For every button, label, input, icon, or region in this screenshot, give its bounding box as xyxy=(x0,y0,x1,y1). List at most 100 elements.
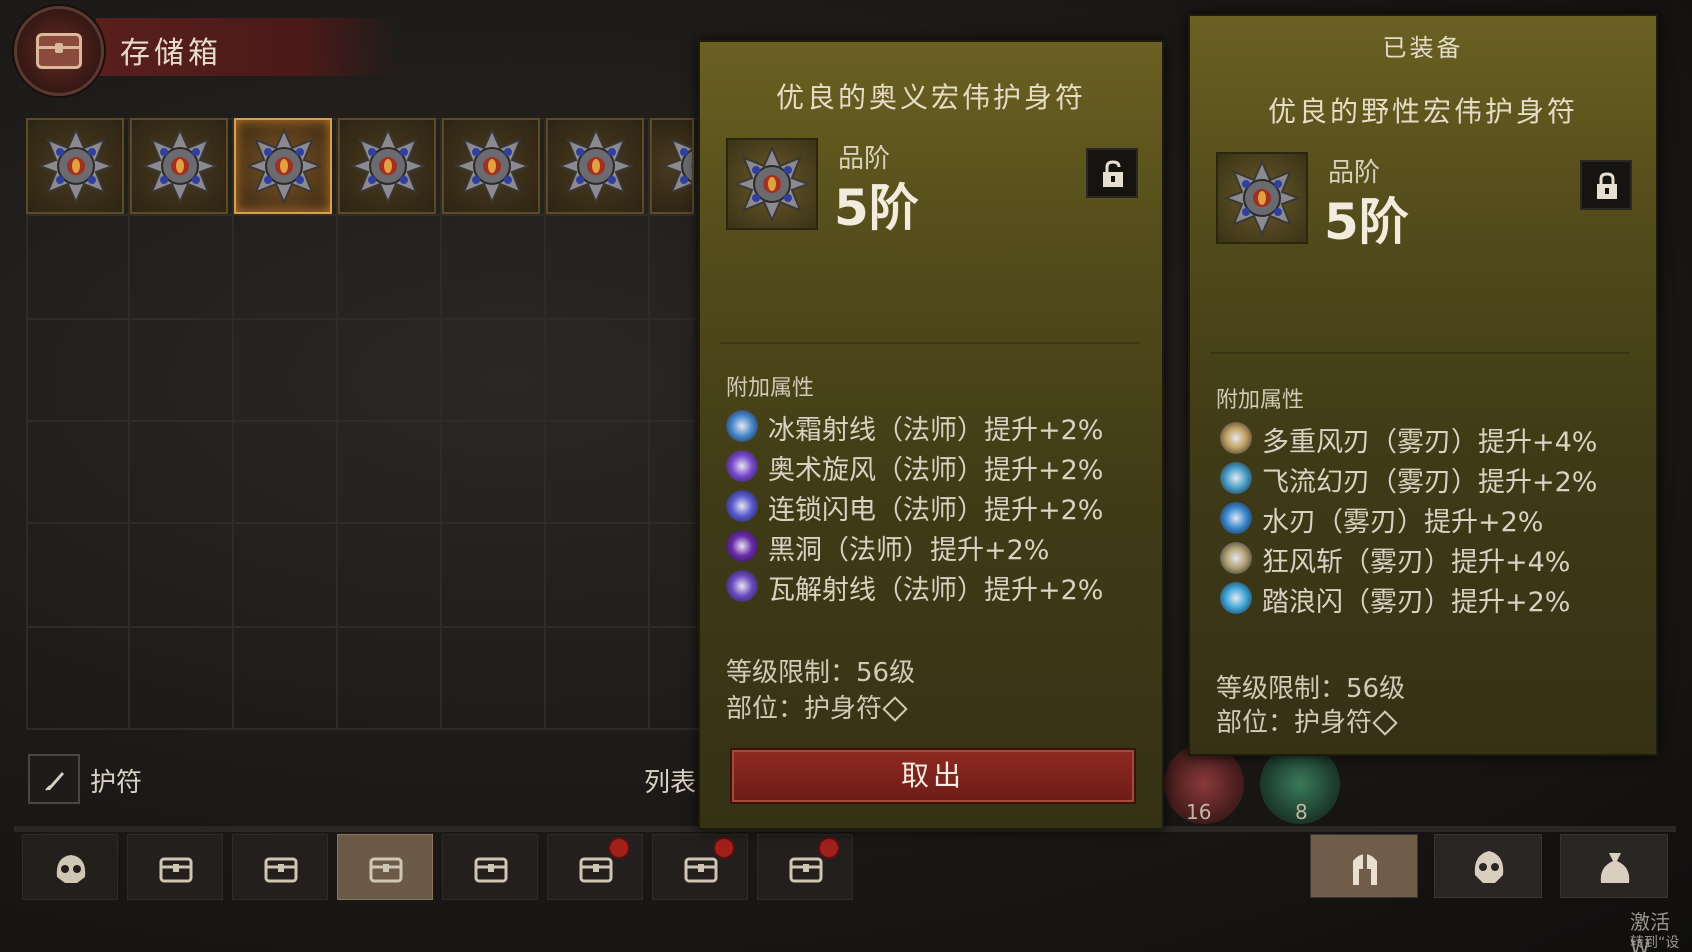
skull-tab[interactable] xyxy=(1434,834,1542,898)
level-requirement: 等级限制：56级 xyxy=(1216,674,1406,704)
stash-tab[interactable] xyxy=(232,834,328,900)
stash-tab[interactable] xyxy=(442,834,538,900)
chest-icon xyxy=(474,857,508,883)
amulet-icon xyxy=(455,129,529,203)
equipped-thumbnail xyxy=(1216,152,1308,244)
bag-tab[interactable] xyxy=(1560,834,1668,898)
stash-tab[interactable] xyxy=(337,834,433,900)
amulet-icon xyxy=(1225,161,1299,235)
affix-row: 瓦解射线（法师）提升+2% xyxy=(726,568,1104,607)
inventory-slot[interactable] xyxy=(546,118,644,214)
bag-icon xyxy=(1600,853,1630,883)
affix-row: 水刃（雾刃）提升+2% xyxy=(1220,500,1544,539)
affix-text: 连锁闪电（法师）提升+2% xyxy=(768,495,1104,526)
inventory-slot[interactable] xyxy=(130,118,228,214)
amulet-icon xyxy=(39,129,113,203)
affix-text: 踏浪闪（雾刃）提升+2% xyxy=(1262,587,1571,618)
affix-row: 踏浪闪（雾刃）提升+2% xyxy=(1220,580,1571,619)
stash-tab[interactable] xyxy=(547,834,643,900)
wind-blades-icon xyxy=(1220,422,1252,454)
equipped-title: 优良的野性宏伟护身符 xyxy=(1267,95,1578,128)
arcane-vortex-icon xyxy=(726,450,758,482)
chest-icon xyxy=(369,857,403,883)
rank-value: 5阶 xyxy=(834,179,919,237)
locked-chest-icon xyxy=(789,857,823,883)
lock-toggle[interactable] xyxy=(1086,148,1138,198)
affix-text: 水刃（雾刃）提升+2% xyxy=(1262,507,1544,538)
inventory-slot[interactable] xyxy=(442,118,540,214)
watermark-line2: 转到“设置 xyxy=(1630,935,1680,951)
rank-value: 5阶 xyxy=(1324,193,1409,251)
divider xyxy=(720,342,1140,344)
notification-badge xyxy=(713,837,735,859)
notification-badge xyxy=(818,837,840,859)
stash-tab[interactable] xyxy=(127,834,223,900)
amulet-icon xyxy=(663,129,692,203)
inventory-slot[interactable] xyxy=(650,118,694,214)
helmet-icon xyxy=(1353,851,1377,885)
affix-row: 黑洞（法师）提升+2% xyxy=(726,528,1050,567)
game-screen: 存储箱 护符 列表 16 8 优良的奥义宏伟护身符 品阶 5阶 附加属性 冰霜射… xyxy=(0,0,1692,952)
red-gem-count: 16 xyxy=(1186,800,1212,824)
notification-badge xyxy=(608,837,630,859)
unlocked-padlock-icon xyxy=(1103,160,1123,187)
affix-row: 狂风斩（雾刃）提升+4% xyxy=(1220,540,1570,579)
amulet-icon xyxy=(143,129,217,203)
affix-section-label: 附加属性 xyxy=(1216,388,1305,413)
slot-diamond-icon xyxy=(882,696,908,722)
stash-tab[interactable] xyxy=(22,834,118,900)
inventory-slot[interactable] xyxy=(234,118,332,214)
lock-toggle[interactable] xyxy=(1580,160,1632,210)
affix-section-label: 附加属性 xyxy=(726,376,815,401)
level-requirement: 等级限制：56级 xyxy=(726,658,916,688)
water-blade-icon xyxy=(1220,502,1252,534)
inventory-slot[interactable] xyxy=(26,118,124,214)
affix-text: 瓦解射线（法师）提升+2% xyxy=(768,575,1104,606)
skull-icon xyxy=(56,855,86,883)
frost-ray-icon xyxy=(726,410,758,442)
stash-chest-icon xyxy=(14,6,104,96)
locked-chest-icon xyxy=(579,857,613,883)
amulet-icon xyxy=(735,147,809,221)
item-slot: 部位：护身符 xyxy=(726,688,908,725)
item-slot: 部位：护身符 xyxy=(1216,702,1398,739)
page-title: 存储箱 xyxy=(120,36,222,71)
quill-icon xyxy=(45,772,64,791)
chest-icon xyxy=(264,857,298,883)
affix-row: 奥术旋风（法师）提升+2% xyxy=(726,448,1104,487)
equipped-tooltip: 已装备 优良的野性宏伟护身符 品阶 5阶 附加属性 多重风刃（雾刃）提升+4% 飞… xyxy=(1188,14,1658,756)
affix-row: 冰霜射线（法师）提升+2% xyxy=(726,408,1104,447)
equipped-header: 已装备 xyxy=(1382,34,1464,62)
affix-text: 飞流幻刃（雾刃）提升+2% xyxy=(1262,467,1598,498)
slot-diamond-icon xyxy=(1372,710,1398,736)
filter-button[interactable] xyxy=(28,754,80,804)
inventory-slot[interactable] xyxy=(338,118,436,214)
affix-row: 多重风刃（雾刃）提升+4% xyxy=(1220,420,1597,459)
skull-icon xyxy=(1474,851,1504,883)
chest-icon xyxy=(159,857,193,883)
amulet-icon xyxy=(559,129,633,203)
affix-row: 连锁闪电（法师）提升+2% xyxy=(726,488,1104,527)
affix-row: 飞流幻刃（雾刃）提升+2% xyxy=(1220,460,1598,499)
locked-padlock-icon xyxy=(1597,172,1617,199)
stash-tab[interactable] xyxy=(757,834,853,900)
wave-dash-icon xyxy=(1220,582,1252,614)
black-hole-icon xyxy=(726,530,758,562)
affix-text: 奥术旋风（法师）提升+2% xyxy=(768,455,1104,486)
filter-label: 护符 xyxy=(90,768,143,798)
divider xyxy=(1210,352,1630,354)
affix-text: 冰霜射线（法师）提升+2% xyxy=(768,415,1104,446)
affix-text: 黑洞（法师）提升+2% xyxy=(768,535,1050,566)
amulet-icon xyxy=(351,129,425,203)
disintegrate-icon xyxy=(726,570,758,602)
item-tooltip: 优良的奥义宏伟护身符 品阶 5阶 附加属性 冰霜射线（法师）提升+2% 奥术旋风（… xyxy=(698,40,1164,830)
stash-tab[interactable] xyxy=(652,834,748,900)
list-view-toggle[interactable]: 列表 xyxy=(644,762,696,799)
item-thumbnail xyxy=(726,138,818,230)
item-title: 优良的奥义宏伟护身符 xyxy=(775,81,1086,114)
gale-slash-icon xyxy=(1220,542,1252,574)
equipment-tab[interactable] xyxy=(1310,834,1418,898)
flying-blade-icon xyxy=(1220,462,1252,494)
take-out-button[interactable]: 取出 xyxy=(730,748,1136,804)
green-gem-count: 8 xyxy=(1295,800,1308,824)
